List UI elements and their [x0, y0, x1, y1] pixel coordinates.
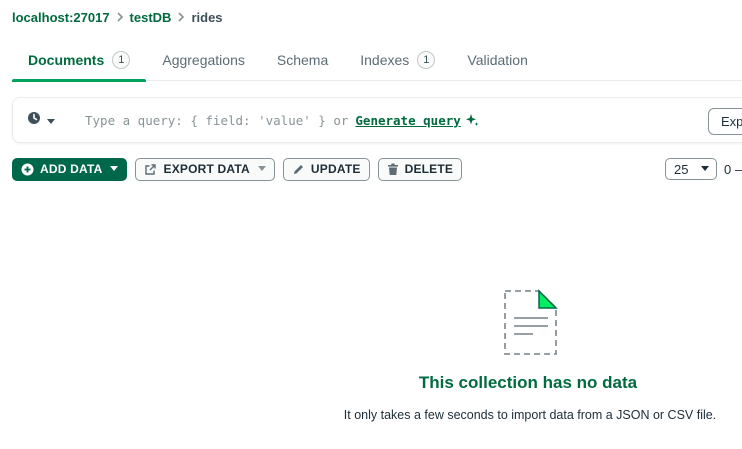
- export-data-button[interactable]: EXPORT DATA: [135, 157, 275, 181]
- plus-circle-icon: [21, 163, 34, 176]
- breadcrumb-host[interactable]: localhost:27017: [12, 10, 110, 25]
- chevron-right-icon: [177, 11, 185, 25]
- tab-label: Aggregations: [162, 52, 245, 68]
- update-label: UPDATE: [310, 162, 361, 176]
- delete-label: DELETE: [404, 162, 454, 176]
- clock-icon: [27, 111, 41, 130]
- documents-toolbar: ADD DATA EXPORT DATA UPDATE DELETE: [12, 157, 470, 181]
- page-size-value: 25: [674, 161, 689, 177]
- pagination-range: 0 –: [724, 162, 742, 177]
- trash-icon: [387, 163, 399, 176]
- caret-down-icon: [110, 166, 119, 172]
- query-bar: Type a query: { field: 'value' } or Gene…: [12, 97, 742, 143]
- query-placeholder: Type a query: { field: 'value' } or: [85, 112, 349, 128]
- sparkle-icon: [465, 113, 479, 127]
- empty-state-title: This collection has no data: [418, 373, 638, 392]
- caret-down-icon: [701, 166, 709, 172]
- tab-aggregations[interactable]: Aggregations: [146, 40, 261, 80]
- generate-query-link[interactable]: Generate query: [355, 113, 460, 128]
- delete-button[interactable]: DELETE: [377, 157, 463, 181]
- breadcrumb-collection: rides: [191, 10, 223, 25]
- query-history-button[interactable]: [27, 111, 55, 130]
- caret-down-icon: [257, 166, 266, 172]
- tab-label: Schema: [276, 52, 329, 68]
- tab-label: Indexes: [360, 52, 410, 68]
- pencil-icon: [292, 163, 305, 176]
- add-data-label: ADD DATA: [40, 162, 103, 176]
- tab-schema[interactable]: Schema: [261, 40, 344, 80]
- add-data-button[interactable]: ADD DATA: [12, 157, 128, 181]
- collection-tabs: Documents 1 Aggregations Schema Indexes …: [12, 40, 742, 82]
- query-input[interactable]: Type a query: { field: 'value' } or Gene…: [85, 106, 479, 134]
- tab-label: Documents: [28, 52, 105, 68]
- update-button[interactable]: UPDATE: [282, 157, 370, 181]
- export-data-label: EXPORT DATA: [163, 162, 250, 176]
- page-size-select[interactable]: 25: [665, 158, 717, 180]
- tab-label: Validation: [467, 52, 528, 68]
- breadcrumb: localhost:27017 testDB rides: [12, 10, 223, 25]
- empty-state-description: It only takes a few seconds to import da…: [343, 408, 717, 422]
- breadcrumb-database[interactable]: testDB: [130, 10, 172, 25]
- export-icon: [144, 163, 157, 176]
- caret-down-icon: [47, 112, 55, 130]
- tab-documents[interactable]: Documents 1: [12, 40, 147, 82]
- tab-validation[interactable]: Validation: [451, 40, 543, 80]
- tab-count-badge: 1: [417, 51, 436, 69]
- explain-button[interactable]: Exp: [708, 108, 742, 135]
- chevron-right-icon: [116, 11, 124, 25]
- tab-indexes[interactable]: Indexes 1: [344, 40, 451, 80]
- empty-document-icon: [501, 288, 559, 358]
- tab-count-badge: 1: [112, 51, 131, 69]
